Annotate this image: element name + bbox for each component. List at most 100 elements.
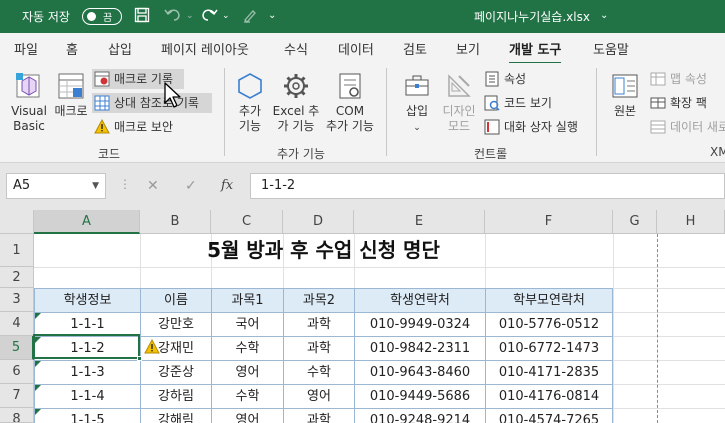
- filename-dropdown-icon[interactable]: ⌄: [600, 7, 608, 25]
- tab-formulas[interactable]: 수식: [284, 39, 308, 58]
- column-header-g[interactable]: G: [613, 210, 657, 234]
- table-header-cell[interactable]: 과목1: [211, 288, 284, 313]
- column-header-f[interactable]: F: [485, 210, 613, 234]
- save-icon[interactable]: [134, 7, 150, 25]
- tab-help[interactable]: 도움말: [593, 39, 629, 58]
- undo-dropdown-icon[interactable]: ⌄: [186, 7, 194, 25]
- table-header-cell[interactable]: 학생연락처: [354, 288, 486, 313]
- table-cell[interactable]: 영어: [211, 360, 284, 385]
- customize-toolbar-icon[interactable]: ⌄: [268, 7, 276, 25]
- tab-data[interactable]: 데이터: [338, 39, 374, 58]
- table-cell[interactable]: 강준상: [140, 360, 212, 385]
- table-cell[interactable]: 국어: [211, 312, 284, 337]
- cancel-icon[interactable]: ✕: [147, 173, 159, 199]
- com-addins-button[interactable]: COM 추가 기능: [322, 71, 378, 134]
- table-header-cell[interactable]: 학생정보: [34, 288, 141, 313]
- redo-icon[interactable]: [200, 7, 218, 25]
- column-header-h[interactable]: H: [657, 210, 725, 234]
- table-cell[interactable]: 강해림: [140, 408, 212, 423]
- expansion-packs-icon: [650, 97, 666, 109]
- table-header-cell[interactable]: 학부모연락처: [485, 288, 613, 313]
- splitter-handle-icon[interactable]: ⋮: [119, 177, 131, 191]
- name-box[interactable]: A5 ▼: [6, 173, 106, 199]
- table-cell[interactable]: 1-1-3: [34, 360, 141, 385]
- tab-page-layout[interactable]: 페이지 레이아웃: [161, 39, 249, 58]
- redo-dropdown-icon[interactable]: ⌄: [222, 7, 230, 25]
- sheet-title[interactable]: 5월 방과 후 수업 신청 명단: [34, 234, 613, 267]
- table-cell[interactable]: 010-9842-2311: [354, 336, 486, 361]
- xml-source-button[interactable]: 원본: [606, 71, 644, 119]
- relative-reference-button[interactable]: 상대 참조로 기록: [92, 93, 212, 113]
- table-header-cell[interactable]: 이름: [140, 288, 212, 313]
- column-header-d[interactable]: D: [283, 210, 354, 234]
- column-header-c[interactable]: C: [211, 210, 283, 234]
- ribbon-tabs: 파일 홈 삽입 페이지 레이아웃 수식 데이터 검토 보기 개발 도구 도움말: [0, 33, 725, 65]
- table-cell[interactable]: 과학: [283, 408, 355, 423]
- tab-review[interactable]: 검토: [403, 39, 427, 58]
- properties-button[interactable]: 속성: [482, 69, 552, 89]
- error-smart-tag-icon[interactable]: [144, 338, 160, 355]
- column-header-e[interactable]: E: [354, 210, 485, 234]
- enter-icon[interactable]: ✓: [185, 173, 197, 199]
- formula-input[interactable]: 1-1-2: [250, 173, 725, 199]
- row-header-8[interactable]: 8: [0, 408, 34, 423]
- table-cell[interactable]: 과학: [283, 312, 355, 337]
- row-header-7[interactable]: 7: [0, 384, 34, 408]
- table-cell[interactable]: 과학: [283, 336, 355, 361]
- table-cell[interactable]: 010-4171-2835: [485, 360, 613, 385]
- row-header-2[interactable]: 2: [0, 267, 34, 288]
- design-mode-button[interactable]: 디자인 모드: [438, 71, 480, 134]
- insert-function-icon[interactable]: fx: [221, 173, 233, 199]
- macro-security-button[interactable]: 매크로 보안: [92, 117, 192, 137]
- addins-button[interactable]: 추가 기능: [231, 71, 269, 134]
- table-cell[interactable]: 010-9643-8460: [354, 360, 486, 385]
- tab-developer[interactable]: 개발 도구: [509, 39, 562, 65]
- autosave-toggle[interactable]: 끔: [82, 8, 122, 25]
- table-cell[interactable]: 010-9248-9214: [354, 408, 486, 423]
- table-cell[interactable]: 1-1-5: [34, 408, 141, 423]
- table-cell[interactable]: 1-1-4: [34, 384, 141, 409]
- table-cell[interactable]: 영어: [283, 384, 355, 409]
- row-header-6[interactable]: 6: [0, 360, 34, 384]
- table-cell[interactable]: 010-5776-0512: [485, 312, 613, 337]
- view-code-button[interactable]: 코드 보기: [482, 93, 562, 113]
- row-header-1[interactable]: 1: [0, 234, 34, 267]
- row-header-4[interactable]: 4: [0, 312, 34, 336]
- undo-icon[interactable]: [164, 7, 182, 25]
- error-indicator-icon: [35, 313, 41, 319]
- table-cell[interactable]: 010-9449-5686: [354, 384, 486, 409]
- column-header-a[interactable]: A: [34, 210, 140, 234]
- spreadsheet-grid[interactable]: A B C D E F G H 1 2 3 4 5 6 7 8 5월 방과 후 …: [0, 210, 725, 423]
- visual-basic-button[interactable]: Visual Basic: [8, 71, 50, 134]
- excel-addins-button[interactable]: Excel 추 가 기능: [270, 71, 322, 134]
- fill-handle[interactable]: [137, 356, 142, 361]
- table-cell[interactable]: 010-4176-0814: [485, 384, 613, 409]
- row-header-5[interactable]: 5: [0, 336, 34, 360]
- table-cell[interactable]: 수학: [211, 384, 284, 409]
- table-cell[interactable]: 강하림: [140, 384, 212, 409]
- group-divider: [596, 68, 597, 156]
- macros-button[interactable]: 매크로: [52, 71, 90, 119]
- table-cell[interactable]: 수학: [283, 360, 355, 385]
- table-cell[interactable]: 010-6772-1473: [485, 336, 613, 361]
- table-cell[interactable]: 010-9949-0324: [354, 312, 486, 337]
- tab-file[interactable]: 파일: [14, 39, 38, 58]
- table-header-cell[interactable]: 과목2: [283, 288, 355, 313]
- refresh-data-button[interactable]: 데이터 새로: [648, 117, 725, 137]
- table-cell[interactable]: 010-4574-7265: [485, 408, 613, 423]
- map-properties-button[interactable]: 맵 속성: [648, 69, 725, 89]
- tab-view[interactable]: 보기: [456, 39, 480, 58]
- expansion-packs-button[interactable]: 확장 팩: [648, 93, 725, 113]
- row-header-3[interactable]: 3: [0, 288, 34, 312]
- insert-control-button[interactable]: 삽입 ⌄: [396, 71, 438, 136]
- column-header-b[interactable]: B: [140, 210, 211, 234]
- tab-insert[interactable]: 삽입: [108, 39, 132, 58]
- name-box-dropdown-icon[interactable]: ▼: [92, 174, 99, 198]
- select-all-corner[interactable]: [0, 210, 34, 234]
- table-cell[interactable]: 수학: [211, 336, 284, 361]
- tab-home[interactable]: 홈: [66, 39, 78, 58]
- table-cell[interactable]: 강만호: [140, 312, 212, 337]
- format-painter-icon[interactable]: [242, 7, 258, 25]
- run-dialog-button[interactable]: 대화 상자 실행: [482, 117, 588, 137]
- table-cell[interactable]: 영어: [211, 408, 284, 423]
